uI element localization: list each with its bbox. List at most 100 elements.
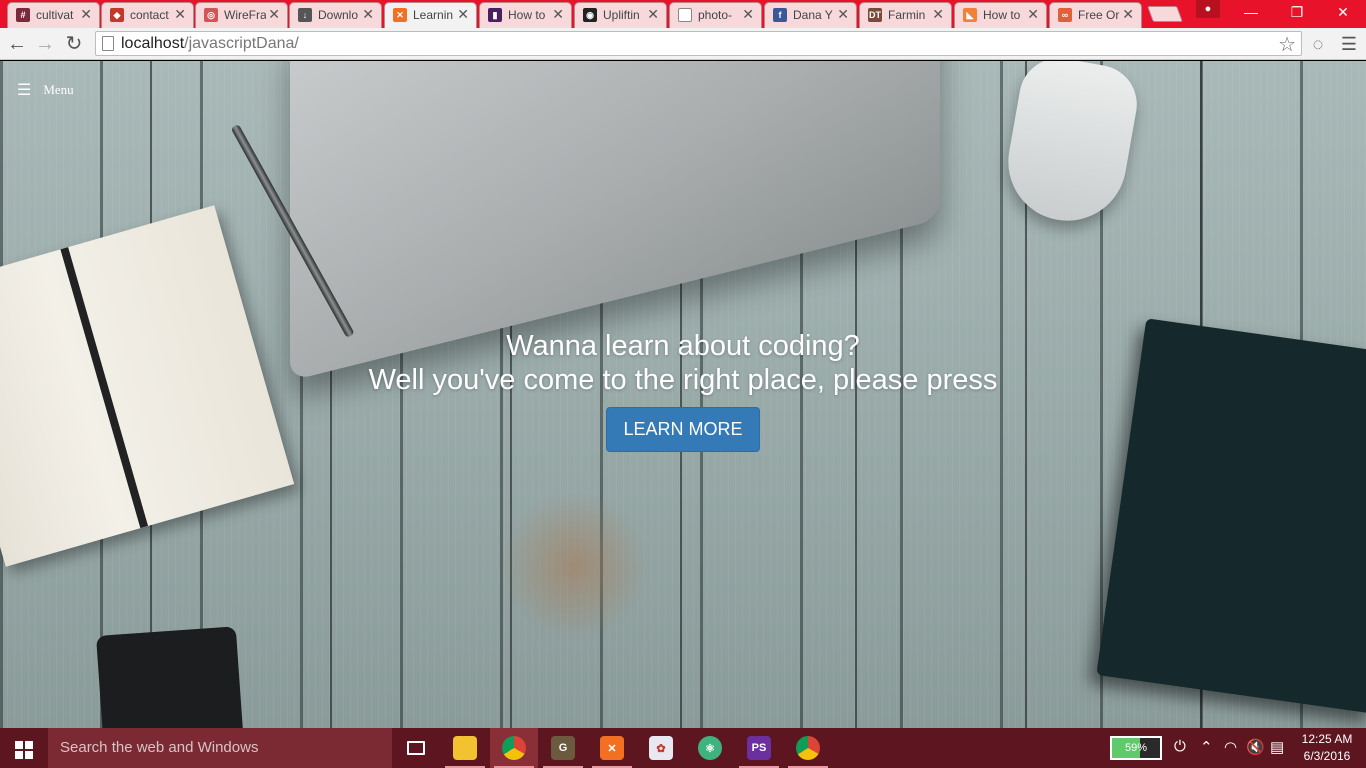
notifications-icon[interactable]: ▤ bbox=[1270, 738, 1284, 756]
chrome-icon-2[interactable] bbox=[784, 728, 832, 768]
reload-icon[interactable]: ↻ bbox=[61, 31, 87, 57]
camera-icon: ◉ bbox=[583, 8, 597, 22]
battery-percent: 59% bbox=[1124, 742, 1148, 754]
new-tab-button[interactable] bbox=[1147, 6, 1183, 22]
restore-icon[interactable]: ❐ bbox=[1274, 0, 1320, 26]
chrome-glyph bbox=[796, 736, 820, 760]
browser-toolbar: ← → ↻ localhost/javascriptDana/ ☆ ◌ ☰ bbox=[0, 28, 1366, 60]
tab-label: Downlo bbox=[318, 8, 359, 22]
tab-4[interactable]: ↓ Downlo ✕ bbox=[289, 2, 382, 28]
extension-icon[interactable]: ◌ bbox=[1305, 31, 1331, 57]
windows-taskbar: Search the web and Windows G ✕ ✿ ⚛ PS 59… bbox=[0, 728, 1366, 768]
tab-label: How to bbox=[983, 8, 1021, 22]
tab-7[interactable]: ◉ Upliftin ✕ bbox=[574, 2, 667, 28]
tab-8[interactable]: photo- ✕ bbox=[669, 2, 762, 28]
hero-text: Wanna learn about coding? Well you've co… bbox=[0, 329, 1366, 397]
folder-glyph bbox=[453, 736, 477, 760]
tab-label: Free Or bbox=[1078, 8, 1120, 22]
page-viewport: ☰ Menu Wanna learn about coding? Well yo… bbox=[0, 61, 1366, 728]
wifi-icon[interactable]: ◠ bbox=[1224, 738, 1237, 756]
trello-icon: ▮ bbox=[488, 8, 502, 22]
orange-icon: ◣ bbox=[963, 8, 977, 22]
tab-6[interactable]: ▮ How to ✕ bbox=[479, 2, 572, 28]
tab-3[interactable]: ◎ WireFra ✕ bbox=[195, 2, 288, 28]
swirl-icon: ∞ bbox=[1058, 8, 1072, 22]
tab-label: WireFra bbox=[224, 8, 266, 22]
volume-muted-icon[interactable]: 🔇 bbox=[1246, 738, 1265, 756]
tab-label: cultivat bbox=[36, 8, 74, 22]
phpstorm-glyph: PS bbox=[747, 736, 771, 760]
system-clock[interactable]: 12:25 AM 6/3/2016 bbox=[1298, 731, 1356, 765]
xampp-icon[interactable]: ✕ bbox=[588, 728, 636, 768]
phpstorm-icon[interactable]: PS bbox=[735, 728, 783, 768]
windows-start-icon[interactable] bbox=[0, 728, 48, 768]
tab-9[interactable]: f Dana Y ✕ bbox=[764, 2, 857, 28]
tab-label: Dana Y bbox=[793, 8, 833, 22]
wood-knot bbox=[500, 491, 650, 641]
chrome-menu-icon[interactable]: ☰ bbox=[1336, 31, 1362, 57]
atom-icon[interactable]: ⚛ bbox=[686, 728, 734, 768]
task-view-glyph bbox=[407, 741, 425, 755]
address-bar[interactable]: localhost/javascriptDana/ ☆ bbox=[95, 31, 1302, 56]
close-icon[interactable]: ✕ bbox=[552, 6, 564, 23]
close-icon[interactable]: ✕ bbox=[1122, 6, 1134, 23]
atom-glyph: ⚛ bbox=[698, 736, 722, 760]
close-icon[interactable]: ✕ bbox=[742, 6, 754, 23]
paint-icon[interactable]: ✿ bbox=[637, 728, 685, 768]
close-window-icon[interactable]: ✕ bbox=[1320, 0, 1366, 26]
close-icon[interactable]: ✕ bbox=[1027, 6, 1039, 23]
menu-label: Menu bbox=[43, 82, 74, 97]
back-icon[interactable]: ← bbox=[4, 31, 30, 57]
phone-image bbox=[95, 626, 245, 728]
xampp-icon: ✕ bbox=[393, 8, 407, 22]
battery-indicator[interactable]: 59% bbox=[1110, 736, 1162, 760]
close-icon[interactable]: ✕ bbox=[268, 6, 280, 23]
tab-label: contact bbox=[130, 8, 169, 22]
forward-icon[interactable]: → bbox=[32, 31, 58, 57]
tab-12[interactable]: ∞ Free Or ✕ bbox=[1049, 2, 1142, 28]
learn-more-button[interactable]: LEARN MORE bbox=[606, 407, 760, 452]
hash-icon: # bbox=[16, 8, 30, 22]
gimp-glyph: G bbox=[551, 736, 575, 760]
start-pane bbox=[25, 751, 33, 759]
close-icon[interactable]: ✕ bbox=[457, 6, 469, 23]
close-icon[interactable]: ✕ bbox=[647, 6, 659, 23]
menu-toggle[interactable]: ☰ Menu bbox=[17, 80, 74, 100]
task-view-icon[interactable] bbox=[392, 728, 440, 768]
tab-1[interactable]: # cultivat ✕ bbox=[7, 2, 100, 28]
tab-11[interactable]: ◣ How to ✕ bbox=[954, 2, 1047, 28]
clock-time: 12:25 AM bbox=[1301, 732, 1353, 746]
gimp-icon[interactable]: G bbox=[539, 728, 587, 768]
paint-glyph: ✿ bbox=[649, 736, 673, 760]
close-icon[interactable]: ✕ bbox=[362, 6, 374, 23]
chevron-up-icon[interactable]: ⌃ bbox=[1200, 738, 1213, 756]
shield-icon: ◆ bbox=[110, 8, 124, 22]
tab-2[interactable]: ◆ contact ✕ bbox=[101, 2, 194, 28]
start-pane bbox=[25, 741, 33, 749]
tab-label: photo- bbox=[698, 8, 733, 22]
profile-icon[interactable]: ● bbox=[1196, 0, 1220, 18]
power-plug-icon[interactable]: ⏻ bbox=[1174, 738, 1186, 755]
clock-date: 6/3/2016 bbox=[1303, 749, 1351, 763]
close-icon[interactable]: ✕ bbox=[837, 6, 849, 23]
mouse-image bbox=[999, 61, 1143, 231]
taskbar-search-input[interactable]: Search the web and Windows bbox=[48, 728, 392, 768]
dt-icon: DT bbox=[868, 8, 882, 22]
url-host: localhost bbox=[121, 35, 185, 52]
tab-10[interactable]: DT Farmin ✕ bbox=[859, 2, 952, 28]
wireframe-icon: ◎ bbox=[204, 8, 218, 22]
page-icon bbox=[102, 36, 114, 51]
url-text: localhost/javascriptDana/ bbox=[121, 35, 299, 53]
bookmark-star-icon[interactable]: ☆ bbox=[1278, 32, 1296, 57]
xampp-glyph: ✕ bbox=[600, 736, 624, 760]
facebook-icon: f bbox=[773, 8, 787, 22]
tab-5-active[interactable]: ✕ Learnin ✕ bbox=[384, 2, 477, 29]
close-icon[interactable]: ✕ bbox=[80, 6, 92, 23]
close-icon[interactable]: ✕ bbox=[174, 6, 186, 23]
url-path: /javascriptDana/ bbox=[184, 35, 299, 52]
minimize-icon[interactable]: — bbox=[1228, 0, 1274, 26]
chrome-icon[interactable] bbox=[490, 728, 538, 768]
hamburger-icon[interactable]: ☰ bbox=[17, 80, 31, 100]
close-icon[interactable]: ✕ bbox=[932, 6, 944, 23]
file-explorer-icon[interactable] bbox=[441, 728, 489, 768]
